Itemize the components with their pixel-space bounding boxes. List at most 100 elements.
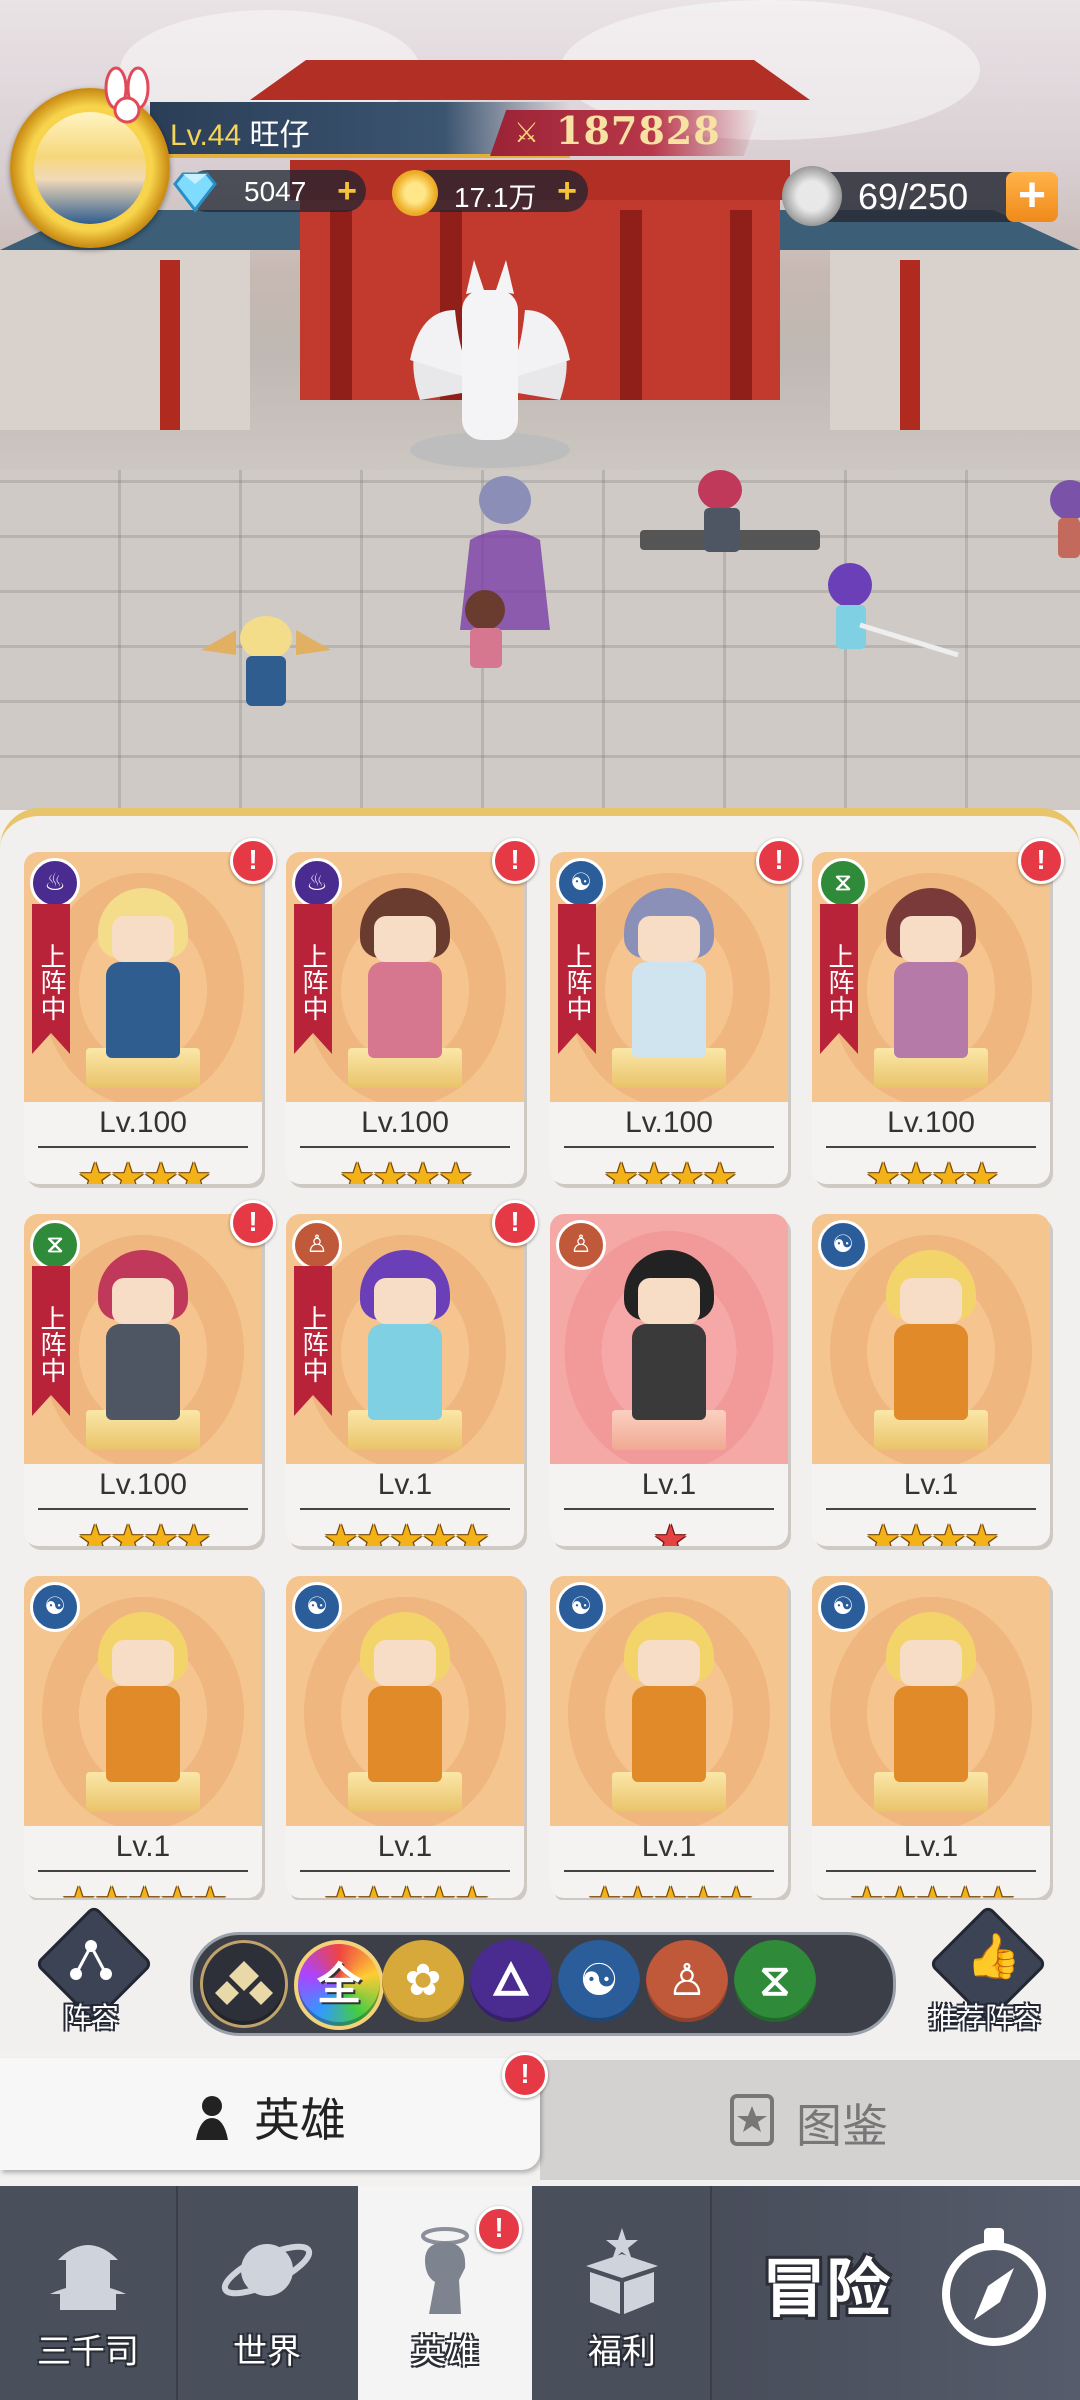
nav-item-sanqiansi[interactable]: 三千司 [0, 2186, 176, 2400]
hero-figure [870, 1612, 992, 1782]
hero-figure [344, 1250, 466, 1420]
hero-figure [870, 888, 992, 1058]
hero-card[interactable]: ☯ Lv.1 ★★★★ [812, 1214, 1050, 1546]
add-gold-button[interactable]: + [552, 174, 582, 208]
divider [38, 1870, 248, 1872]
nav-item-welfare[interactable]: 福利 [534, 2186, 710, 2400]
hero-figure [82, 1250, 204, 1420]
gallery-tab-label: 图鉴 [796, 2100, 888, 2152]
hero-level: Lv.100 [887, 1106, 975, 1139]
filter-water-button[interactable]: ☯ [558, 1940, 640, 2022]
gift-box-icon [586, 2228, 658, 2314]
right-wing [830, 250, 1080, 430]
tab-heroes[interactable]: 英雄 [0, 2058, 540, 2170]
filter-generic-button[interactable] [200, 1940, 288, 2028]
filter-all-button[interactable]: 全 [294, 1940, 384, 2030]
player-name: 旺仔 [249, 119, 310, 152]
hero-card[interactable]: ♙ Lv.1 ★ [550, 1214, 788, 1546]
hero-stars: ★★★★★ [286, 1880, 524, 1898]
divider [300, 1146, 510, 1148]
fox-statue [410, 260, 570, 468]
filter-row: 阵容 👍 推荐阵容 全 ✿ 🜂 ☯ ♙ ⧖ [0, 1900, 1080, 2050]
hero-sprite-gunner [640, 470, 820, 552]
left-wing [0, 250, 250, 430]
hero-figure [608, 1612, 730, 1782]
water-element-icon: ☯ [556, 1582, 606, 1632]
hero-card[interactable]: ♨ 上阵中 Lv.100 ★★★★ [286, 852, 524, 1184]
hero-stars: ★★★★★ [812, 1880, 1050, 1898]
deployed-banner: 上阵中 [820, 904, 858, 1054]
recommend-label: 推荐阵容 [928, 2002, 1041, 2033]
yin-yang-icon: ☯ [579, 1956, 619, 2005]
pavilion-icon [50, 2245, 126, 2310]
hero-card[interactable]: ☯ Lv.1 ★★★★★ [24, 1576, 262, 1898]
deployed-banner: 上阵中 [294, 904, 332, 1054]
hero-card[interactable]: ♙ 上阵中 Lv.1 ★★★★★ [286, 1214, 524, 1546]
hero-stars: ★★★★ [77, 1156, 211, 1184]
divider [38, 1146, 248, 1148]
hero-sprite-group [460, 476, 550, 668]
hero-sprite-edge [1050, 480, 1080, 558]
network-icon [70, 1940, 112, 1980]
hero-level: Lv.1 [903, 1830, 959, 1863]
player-level-name: Lv.44 旺仔 [170, 110, 310, 154]
hero-card[interactable]: ☯ Lv.1 ★★★★★ [286, 1576, 524, 1898]
hero-card[interactable]: ⧖ 上阵中 Lv.100 ★★★★ [24, 1214, 262, 1546]
nature-element-icon: ⧖ [30, 1220, 80, 1270]
add-stamina-button[interactable]: + [1006, 172, 1058, 222]
deployed-banner: 上阵中 [32, 904, 70, 1054]
gold-coin-icon [392, 170, 438, 216]
formation-button[interactable]: 阵容 [34, 1904, 154, 2033]
nav-item-world[interactable]: 世界 [178, 2186, 356, 2400]
water-element-icon: ☯ [292, 1582, 342, 1632]
filter-all-label: 全 [317, 1960, 361, 2009]
planet-icon [221, 2243, 313, 2297]
filter-dark-button[interactable]: 🜂 [470, 1940, 552, 2022]
stamina-value: 69/250 [858, 176, 969, 217]
add-gems-button[interactable]: + [332, 174, 362, 208]
hero-sprite-swordgirl [828, 563, 959, 658]
hero-level: Lv.1 [377, 1830, 433, 1863]
divider [38, 1508, 248, 1510]
tab-gallery[interactable]: 图鉴 [540, 2060, 1080, 2180]
filter-meditate-button[interactable]: ♙ [646, 1940, 728, 2022]
water-element-icon: ☯ [30, 1582, 80, 1632]
hero-card[interactable]: ⧖ 上阵中 Lv.100 ★★★★ [812, 852, 1050, 1184]
hero-stars: ★★★★ [77, 1518, 211, 1546]
hero-tab-alert-badge: ! [502, 2052, 548, 2098]
hero-card-alert-badge: ! [230, 838, 276, 884]
pillar [730, 210, 752, 400]
hero-card[interactable]: ♨ 上阵中 Lv.100 ★★★★ [24, 852, 262, 1184]
hero-stars: ★★★★★ [24, 1880, 262, 1898]
light-element-icon: ♙ [556, 1220, 606, 1270]
lotus-icon: ✿ [404, 1956, 442, 2005]
hero-level: Lv.1 [115, 1830, 171, 1863]
hero-card[interactable]: ☯ 上阵中 Lv.100 ★★★★ [550, 852, 788, 1184]
hero-level: Lv.100 [99, 1468, 187, 1501]
hero-stars: ★★★★ [603, 1156, 737, 1184]
bunny-ear-decoration-icon [104, 66, 150, 124]
deployed-banner: 上阵中 [294, 1266, 332, 1416]
gold-value: 17.1万 [454, 182, 537, 213]
thumbs-up-icon: 👍 [966, 1932, 1021, 1981]
pillar [900, 260, 920, 430]
hero-sprite-blonde [201, 616, 331, 706]
filter-nature-button[interactable]: ⧖ [734, 1940, 816, 2022]
hero-stars: ★★★★ [865, 1156, 999, 1184]
pillar [160, 260, 180, 430]
hero-card[interactable]: ☯ Lv.1 ★★★★★ [550, 1576, 788, 1898]
divider [300, 1870, 510, 1872]
hero-figure [344, 1612, 466, 1782]
recommend-formation-button[interactable]: 👍 推荐阵容 [928, 1904, 1048, 2033]
hero-level: Lv.1 [903, 1468, 959, 1501]
gallery-book-icon [730, 2094, 774, 2146]
hero-card[interactable]: ☯ Lv.1 ★★★★★ [812, 1576, 1050, 1898]
flame-icon: 🜂 [491, 1956, 531, 2005]
hero-level: Lv.100 [625, 1106, 713, 1139]
adventure-button[interactable]: 冒险 [712, 2186, 1080, 2400]
deployed-banner: 上阵中 [32, 1266, 70, 1416]
hero-card-alert-badge: ! [230, 1200, 276, 1246]
filter-light-button[interactable]: ✿ [382, 1940, 464, 2022]
nav-label: 三千司 [37, 2333, 139, 2371]
hero-silhouette-icon [196, 2096, 228, 2140]
